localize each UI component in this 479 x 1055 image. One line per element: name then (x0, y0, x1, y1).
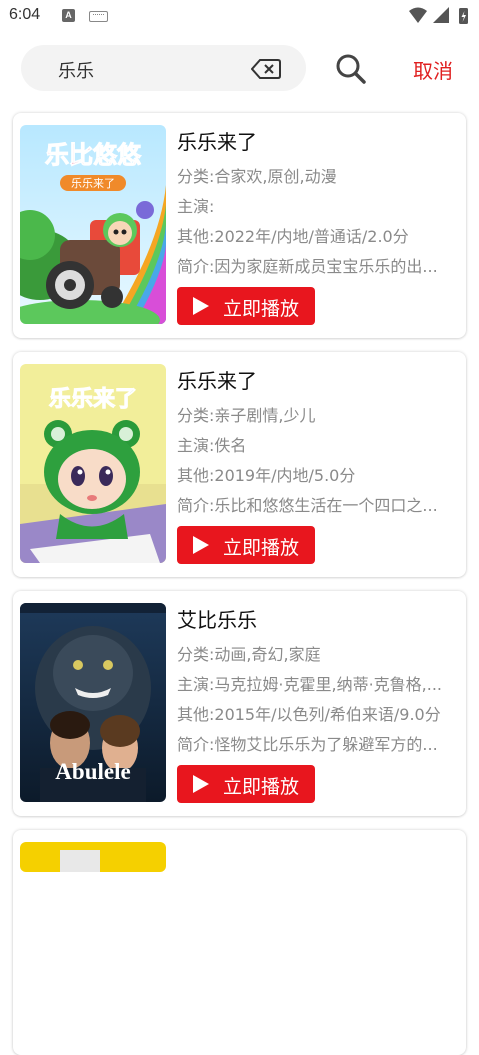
play-now-button[interactable]: 立即播放 (177, 287, 315, 325)
result-cast: 主演: (177, 197, 215, 216)
notification-a-icon: A (62, 9, 75, 22)
search-input[interactable]: 乐乐 (21, 45, 306, 91)
result-other: 其他:2019年/内地/5.0分 (177, 466, 356, 485)
poster-logo-text: 乐比悠悠 (45, 141, 142, 169)
status-time: 6:04 (9, 6, 41, 23)
result-category: 分类:亲子剧情,少儿 (177, 406, 316, 425)
result-info: 艾比乐乐 分类:动画,奇幻,家庭 主演:马克拉姆·克霍里,纳蒂·克鲁格,... … (177, 605, 459, 760)
result-other: 其他:2022年/内地/普通话/2.0分 (177, 227, 409, 246)
play-icon (193, 536, 209, 554)
result-card[interactable]: Abulele 艾比乐乐 分类:动画,奇幻,家庭 主演:马克拉姆·克霍里,纳蒂·… (13, 591, 466, 816)
result-cast: 主演:马克拉姆·克霍里,纳蒂·克鲁格,... (177, 675, 442, 694)
result-category: 分类:动画,奇幻,家庭 (177, 645, 321, 664)
result-card-partial[interactable] (13, 830, 466, 1055)
status-icons (409, 7, 468, 24)
play-label: 立即播放 (223, 776, 300, 798)
result-info: 乐乐来了 分类:合家欢,原创,动漫 主演: 其他:2022年/内地/普通话/2.… (177, 127, 459, 282)
poster-image[interactable] (20, 842, 166, 872)
search-query[interactable]: 乐乐 (58, 57, 94, 83)
search-icon[interactable] (335, 53, 367, 85)
poster-subtitle-text: 乐乐来了 (71, 177, 115, 190)
cancel-button[interactable]: 取消 (413, 55, 453, 84)
play-icon (193, 775, 209, 793)
result-title[interactable]: 乐乐来了 (177, 127, 459, 157)
result-category: 分类:合家欢,原创,动漫 (177, 167, 337, 186)
play-now-button[interactable]: 立即播放 (177, 765, 315, 803)
signal-icon (433, 7, 449, 23)
result-cast: 主演:佚名 (177, 436, 247, 455)
poster-title-text: Abulele (55, 759, 130, 784)
result-intro: 简介:乐比和悠悠生活在一个四口之... (177, 496, 438, 515)
play-label: 立即播放 (223, 298, 300, 320)
poster-image[interactable]: 乐乐来了 (20, 364, 166, 563)
poster-image[interactable]: 乐比悠悠 乐乐来了 (20, 125, 166, 324)
result-title[interactable]: 乐乐来了 (177, 366, 459, 396)
backspace-clear-icon[interactable] (251, 58, 281, 80)
result-card[interactable]: 乐乐来了 乐乐来了 分类:亲子剧情,少儿 主演:佚名 其他:2019年/内地/5… (13, 352, 466, 577)
keyboard-icon (89, 11, 108, 22)
play-now-button[interactable]: 立即播放 (177, 526, 315, 564)
result-info: 乐乐来了 分类:亲子剧情,少儿 主演:佚名 其他:2019年/内地/5.0分 简… (177, 366, 459, 521)
play-label: 立即播放 (223, 537, 300, 559)
play-icon (193, 297, 209, 315)
result-title[interactable]: 艾比乐乐 (177, 605, 459, 635)
poster-image[interactable]: Abulele (20, 603, 166, 802)
wifi-icon (409, 7, 427, 23)
status-bar: 6:04 A (0, 0, 479, 32)
result-intro: 简介:因为家庭新成员宝宝乐乐的出... (177, 257, 438, 276)
result-card[interactable]: 乐比悠悠 乐乐来了 乐乐来了 分类:合家欢,原创,动漫 主演: 其他:2022年… (13, 113, 466, 338)
result-other: 其他:2015年/以色列/希伯来语/9.0分 (177, 705, 441, 724)
result-intro: 简介:怪物艾比乐乐为了躲避军方的... (177, 735, 438, 754)
poster-logo-text: 乐乐来了 (49, 387, 137, 412)
